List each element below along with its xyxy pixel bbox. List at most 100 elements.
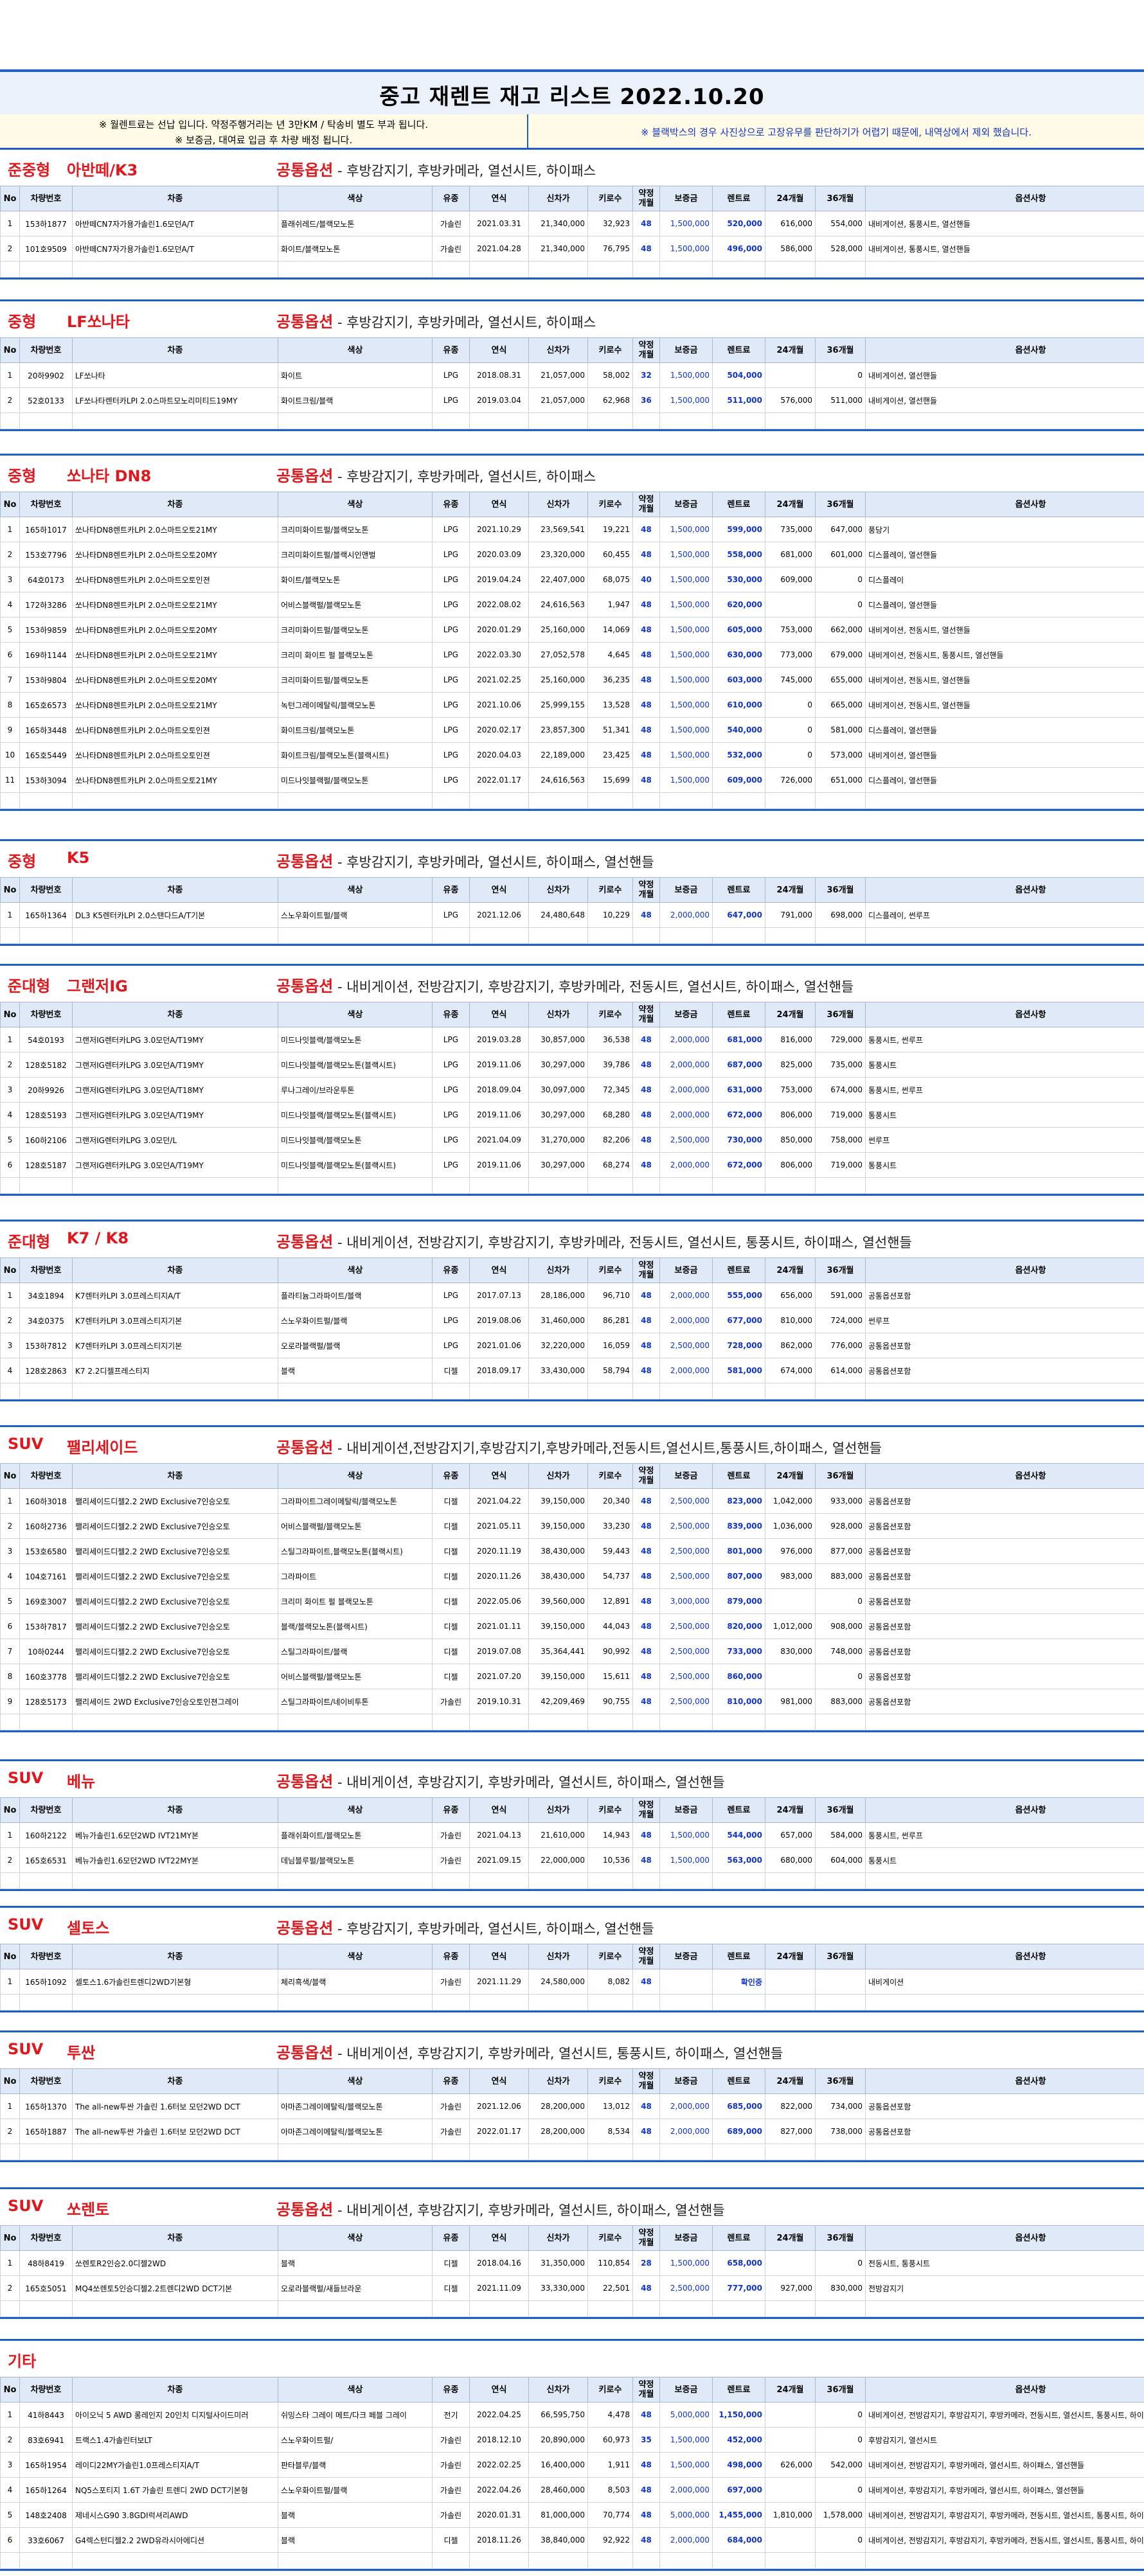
table-cell: 내비게이션, 전방감지기, 후방카메라, 열선시트, 하이패스, 열선핸들: [865, 2452, 1144, 2478]
table-row[interactable]: 2 34호0375 K7렌터카LPI 3.0프레스티지기본 스노우화이트펄/블랙 LPG…: [0, 1308, 1144, 1333]
table-cell: 153호6580: [19, 1538, 73, 1564]
column-header: 보증금: [659, 1797, 713, 1823]
table-cell: 그랜저IG렌터카LPG 3.0모던A/T19MY: [72, 1102, 278, 1128]
table-row[interactable]: 2 101호9509 아반떼CN7자가용가솔린1.6모던A/T 화이트/블랙모노톤 가솔…: [0, 236, 1144, 262]
table-row[interactable]: 7 10하0244 팰리세이드디젤2.2 2WD Exclusive7인승오토 스틸그…: [0, 1639, 1144, 1664]
table-cell: [765, 2552, 816, 2569]
table-row[interactable]: 1 165하1092 셀토스1.6가솔린트렌디2WD기본형 체리흑색/블랙 가솔린 202…: [0, 1969, 1144, 1994]
table-row[interactable]: 10 165호5449 쏘나타DN8렌트카LPI 2.0스마트오토인젼 화이트크림/블…: [0, 742, 1144, 768]
column-header: 연식: [469, 2068, 529, 2094]
table-row[interactable]: 5 160하2106 그랜저IG렌터카LPG 3.0모던/L 미드나잇블랙/블랙모노톤…: [0, 1127, 1144, 1153]
table-row[interactable]: 5 153하9859 쏘나타DN8렌트카LPI 2.0스마트오토20MY 크리미화이트…: [0, 617, 1144, 643]
table-cell: 48: [632, 1538, 660, 1564]
table-cell: 2019.11.06: [469, 1102, 529, 1128]
table-cell: 33,230: [587, 1513, 633, 1539]
table-cell: 레이디22MY가솔린1.0프레스티지A/T: [72, 2452, 278, 2478]
table-row[interactable]: 4 104호7161 팰리세이드디젤2.2 2WD Exclusive7인승오토 그라…: [0, 1563, 1144, 1589]
table-cell: [0, 1994, 20, 2011]
table-cell: 1: [0, 902, 20, 928]
table-row[interactable]: 2 83호6941 트랙스1.4가솔린터보LT 스노우화이트펄/가솔린 2018.12.…: [0, 2427, 1144, 2453]
table-row[interactable]: 4 165하1264 NQ5스포티지 1.6T 가솔린 트렌디 2WD DCT기본형…: [0, 2477, 1144, 2503]
table-cell: 530,000: [712, 567, 765, 592]
table-cell: 42,209,469: [528, 1689, 588, 1714]
table-row[interactable]: 1 41하8443 아이오닉 5 AWD 롱레인지 20인치 디지털사이드미러 쉬밍스…: [0, 2402, 1144, 2428]
table-cell: [587, 792, 633, 809]
table-row[interactable]: 2 128호5182 그랜저IG렌터카LPG 3.0모던A/T19MY 미드나잇블랙/…: [0, 1052, 1144, 1078]
table-cell: [469, 1177, 529, 1194]
column-header: 색상: [278, 1797, 433, 1823]
table-row[interactable]: 1 153하1877 아반떼CN7자가용가솔린1.6모던A/T 플래쉬레드/블랙모노톤…: [0, 211, 1144, 236]
vehicle-class: SUV: [8, 1435, 44, 1453]
table-row[interactable]: 5 169호3007 팰리세이드디젤2.2 2WD Exclusive7인승오토 크리…: [0, 1588, 1144, 1614]
table-cell: 어비스블랙펄/블랙모노톤: [278, 592, 433, 617]
column-header: No: [0, 2377, 20, 2403]
table-cell: [632, 2552, 660, 2569]
table-cell: LPG: [432, 717, 470, 743]
table-row[interactable]: 4 128호2863 K7 2.2디젤프레스티지 블랙 디젤 2018.09.17 33,4…: [0, 1358, 1144, 1383]
table-cell: 558,000: [712, 542, 765, 567]
column-header: 렌트료: [712, 877, 765, 903]
table-row[interactable]: 11 153하3094 쏘나타DN8렌트카LPI 2.0스마트오토21MY 미드나잇블…: [0, 767, 1144, 793]
table-row[interactable]: 1 165하1017 쏘나타DN8렌트카LPI 2.0스마트오토21MY 크리미화이트…: [0, 517, 1144, 542]
table-cell: 160하3018: [19, 1488, 73, 1514]
table-cell: 23,320,000: [528, 542, 588, 567]
vehicle-class: SUV: [8, 1769, 44, 1787]
table-cell: [865, 1872, 1144, 1889]
table-cell: [432, 261, 470, 278]
table-row[interactable]: 9 128호5173 팰리세이드 2WD Exclusive7인승오토인젼그레이 스틸…: [0, 1689, 1144, 1714]
table-row[interactable]: 1 165하1370 The all-new투싼 가솔린 1.6터보 모던2WD D…: [0, 2093, 1144, 2119]
table-row[interactable]: 1 20하9902 LF쏘나타 화이트 LPG 2018.08.31 21,057,000 5…: [0, 362, 1144, 388]
table-row[interactable]: 8 160호3778 팰리세이드디젤2.2 2WD Exclusive7인승오토 어비…: [0, 1664, 1144, 1689]
table-cell: 605,000: [712, 617, 765, 643]
table-cell: 디젤: [432, 1513, 470, 1539]
table-row[interactable]: 2 153호7796 쏘나타DN8렌트카LPI 2.0스마트오토20MY 크리미화이트…: [0, 542, 1144, 567]
table-cell: 2019.03.28: [469, 1027, 529, 1053]
table-cell: 공통옵션포함: [865, 1538, 1144, 1564]
table-row[interactable]: 8 165호6573 쏘나타DN8렌트카LPI 2.0스마트오토21MY 녹턴그레이메…: [0, 692, 1144, 718]
table-header-row: No 차량번호 차종 색상 유종 연식 신차가 키로수 약정 개월 보증금 렌트료 24개월 36개월 옵션…: [0, 186, 1144, 211]
table-row[interactable]: 6 169하1144 쏘나타DN8렌트카LPI 2.0스마트오토21MY 크리미 화이…: [0, 642, 1144, 668]
table-row[interactable]: 1 165하1364 DL3 K5렌터카LPI 2.0스탠다드A/T기본 스노우화이트…: [0, 902, 1144, 928]
column-header: 렌트료: [712, 1463, 765, 1489]
column-header: 차종: [72, 1257, 278, 1283]
table-cell: 10,229: [587, 902, 633, 928]
table-cell: 스노우화이트펄/블랙: [278, 902, 433, 928]
table-row[interactable]: 9 165하3448 쏘나타DN8렌트카LPI 2.0스마트오토인젼 화이트크림/블랙…: [0, 717, 1144, 743]
table-row[interactable]: 4 128호5193 그랜저IG렌터카LPG 3.0모던A/T19MY 미드나잇블랙/…: [0, 1102, 1144, 1128]
table-row[interactable]: 2 52호0133 LF쏘나타렌터카LPI 2.0스마트모노리미티드19MY 화이트크…: [0, 387, 1144, 413]
table-row[interactable]: 2 160하2736 팰리세이드디젤2.2 2WD Exclusive7인승오토 어비…: [0, 1513, 1144, 1539]
table-cell: 2021.09.15: [469, 1847, 529, 1873]
table-cell: 48: [632, 1664, 660, 1689]
table-row[interactable]: 6 153하7817 팰리세이드디젤2.2 2WD Exclusive7인승오토 블랙…: [0, 1613, 1144, 1639]
table-row[interactable]: 2 165하1887 The all-new투싼 가솔린 1.6터보 모던2WD D…: [0, 2119, 1144, 2144]
table-row[interactable]: 2 165호6531 베뉴가솔린1.6모던2WD IVT22MY본 데님블루펄/블랙모…: [0, 1847, 1144, 1873]
table-row[interactable]: 1 34호1894 K7렌터카LPI 3.0프레스티지A/T 플라티늄그라파이트/블랙…: [0, 1283, 1144, 1308]
table-row[interactable]: 3 64호0173 쏘나타DN8렌트카LPI 2.0스마트오토인젼 화이트/블랙모노톤…: [0, 567, 1144, 592]
table-row[interactable]: 5 148호2408 제네시스G90 3.8GDI럭셔리AWD 블랙 가솔린 2020.0…: [0, 2502, 1144, 2528]
column-header: 색상: [278, 492, 433, 517]
table-row[interactable]: 3 153호6580 팰리세이드디젤2.2 2WD Exclusive7인승오토 스틸…: [0, 1538, 1144, 1564]
table-cell: 573,000: [815, 742, 866, 768]
table-row[interactable]: 3 165하1954 레이디22MY가솔린1.0프레스티지A/T 판타블루/블랙 가솔린…: [0, 2452, 1144, 2478]
table-row[interactable]: 4 172하3286 쏘나타DN8렌트카LPI 2.0스마트오토21MY 어비스블랙펄…: [0, 592, 1144, 617]
table-cell: [432, 2552, 470, 2569]
table-row[interactable]: 1 160하2122 베뉴가솔린1.6모던2WD IVT21MY본 플래쉬화이트/블랙…: [0, 1822, 1144, 1848]
table-row[interactable]: 6 128호5187 그랜저IG렌터카LPG 3.0모던A/T19MY 미드나잇블랙/…: [0, 1152, 1144, 1178]
column-header: 차종: [72, 492, 278, 517]
table-cell: 2,000,000: [659, 1077, 713, 1103]
table-cell: 화이트크림/블랙모노톤(블랙시트): [278, 742, 433, 768]
table-cell: 2: [0, 1847, 20, 1873]
table-row[interactable]: 1 48하8419 쏘렌토R2인승2.0디젤2WD 블랙 디젤 2018.04.16 31,…: [0, 2250, 1144, 2276]
table-row[interactable]: 2 165호5051 MQ4쏘렌토5인승디젤2.2트렌디2WD DCT기본 오로라블랙…: [0, 2275, 1144, 2301]
table-cell: 통풍시트: [865, 1152, 1144, 1178]
table-cell: 542,000: [815, 2452, 866, 2478]
table-row[interactable]: 1 160하3018 팰리세이드디젤2.2 2WD Exclusive7인승오토 그라…: [0, 1488, 1144, 1514]
table-row[interactable]: 1 54호0193 그랜저IG렌터카LPG 3.0모던A/T19MY 미드나잇블랙/블…: [0, 1027, 1144, 1053]
table-row[interactable]: 3 20하9926 그랜저IG렌터카LPG 3.0모던A/T18MY 루나그레이/브라…: [0, 1077, 1144, 1103]
table-row[interactable]: 3 153하7812 K7렌터카LPI 3.0프레스티지기본 오로라블랙펄/블랙 LPG…: [0, 1333, 1144, 1358]
table-cell: 공통옵션포함: [865, 1563, 1144, 1589]
table-row[interactable]: 7 153하9804 쏘나타DN8렌트카LPI 2.0스마트오토20MY 크리미화이트…: [0, 667, 1144, 693]
table-cell: 디젤: [432, 1588, 470, 1614]
table-row[interactable]: 6 33호6067 G4렉스턴디젤2.2 2WD유라시아에디션 블랙 디젤 2018.11…: [0, 2527, 1144, 2553]
table-cell: 30,097,000: [528, 1077, 588, 1103]
